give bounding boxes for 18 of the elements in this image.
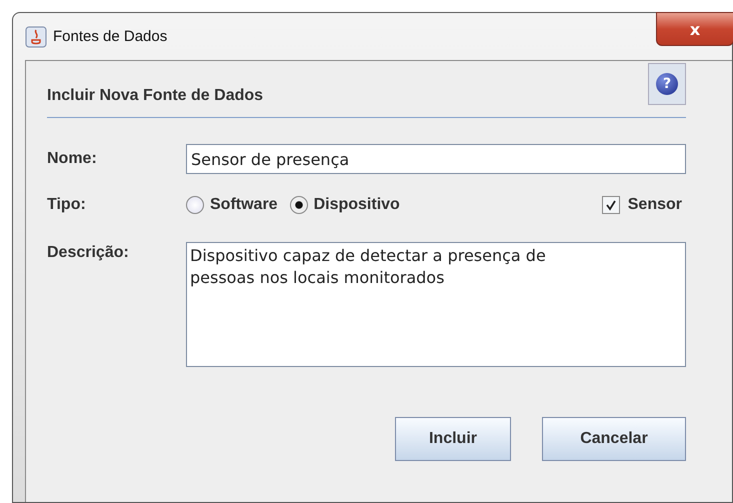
field-label: Nome:: [47, 150, 98, 168]
field-label: Tipo:: [47, 196, 87, 214]
dialog-button[interactable]: Cancelar: [542, 417, 686, 461]
checkbox[interactable]: [602, 196, 620, 214]
radio-button[interactable]: [290, 196, 308, 214]
name-input[interactable]: Sensor de presença: [186, 144, 686, 174]
field-label: Descrição:: [47, 244, 130, 262]
checkbox-label: Sensor: [628, 196, 682, 214]
radio-label: Dispositivo: [314, 196, 400, 214]
window-title: Fontes de Dados: [53, 28, 168, 45]
form-heading: Incluir Nova Fonte de Dados: [47, 87, 264, 105]
radio-label: Software: [210, 196, 278, 214]
description-input[interactable]: Dispositivo capaz de detectar a presença de pessoas nos locais monitorados: [186, 242, 686, 367]
coffee-cup-icon: [25, 26, 47, 48]
radio-button[interactable]: [186, 196, 204, 214]
dialog-button[interactable]: Incluir: [395, 417, 511, 461]
help-button[interactable]: ?: [648, 63, 686, 105]
close-button[interactable]: x: [656, 12, 733, 46]
